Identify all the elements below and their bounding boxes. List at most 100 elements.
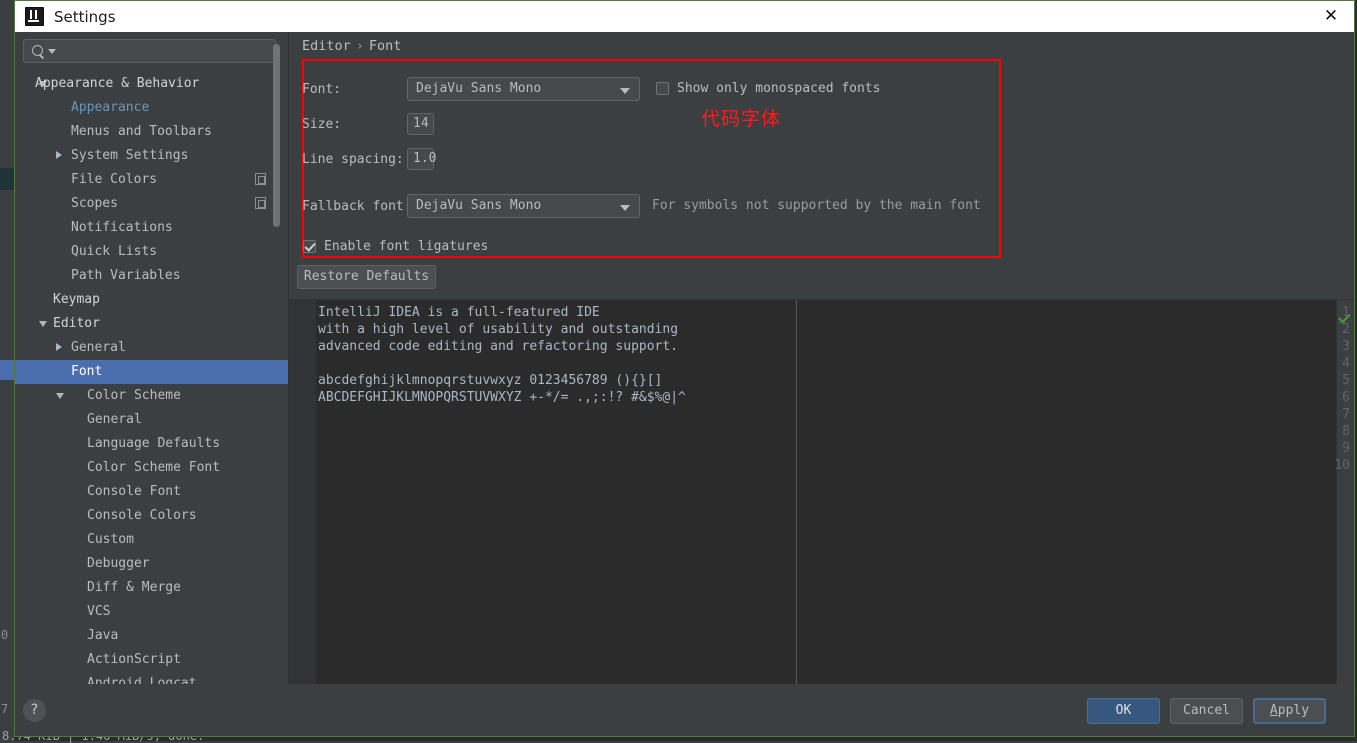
sidebar-item-console-font[interactable]: Console Font [15,480,288,504]
sidebar-item-color-scheme-font[interactable]: Color Scheme Font [15,456,288,480]
sidebar-item-label: Color Scheme [87,384,181,408]
apply-button-rest: pply [1278,703,1309,718]
sidebar-item-label: ActionScript [87,648,181,672]
copy-icon[interactable] [255,173,266,185]
restore-defaults-button[interactable]: Restore Defaults [297,265,436,289]
sidebar-item-language-defaults[interactable]: Language Defaults [15,432,288,456]
editor-code-line: ABCDEFGHIJKLMNOPQRSTUVWXYZ +-*/= .,;:!? … [318,389,686,406]
sidebar-item-system-settings[interactable]: System Settings [15,144,288,168]
settings-dialog: Settings ✕ Appearance & BehaviorAppearan… [14,0,1355,737]
sidebar-item-general[interactable]: General [15,336,288,360]
font-label: Font: [302,82,341,97]
sidebar-item-java[interactable]: Java [15,624,288,648]
editor-right-margin-guide [796,300,797,684]
copy-icon[interactable] [255,197,266,209]
fallback-font-select[interactable]: DejaVu Sans Mono [407,194,640,218]
sidebar-item-label: Language Defaults [87,432,220,456]
chevron-down-icon[interactable] [48,49,56,54]
sidebar-item-label: Font [71,360,102,384]
editor-line-number: 5 [1328,372,1350,389]
sidebar-item-label: Debugger [87,552,150,576]
sidebar-item-label: Editor [53,312,100,336]
breadcrumb-current: Font [369,38,402,54]
sidebar-item-scopes[interactable]: Scopes [15,192,288,216]
size-input[interactable]: 14 [407,113,434,135]
sidebar-item-label: General [71,336,126,360]
apply-button[interactable]: Apply [1253,698,1326,724]
sidebar-item-appearance[interactable]: Appearance [15,96,288,120]
sidebar-item-appearance-behavior[interactable]: Appearance & Behavior [15,72,288,96]
enable-font-ligatures-label: Enable font ligatures [324,239,488,254]
sidebar-item-vcs[interactable]: VCS [15,600,288,624]
intellij-idea-icon [25,7,44,26]
sidebar-item-label: Menus and Toolbars [71,120,212,144]
chevron-down-icon[interactable] [39,321,47,327]
sidebar-item-console-colors[interactable]: Console Colors [15,504,288,528]
help-button[interactable]: ? [23,699,46,722]
show-only-monospaced-label: Show only monospaced fonts [677,81,881,96]
breadcrumb-separator-icon: › [351,38,369,54]
editor-line-number: 6 [1328,389,1350,406]
editor-gutter-divider [316,300,317,684]
sidebar-item-editor[interactable]: Editor [15,312,288,336]
editor-line-number: 10 [1328,457,1350,474]
annotation-label: 代码字体 [701,104,781,131]
chevron-right-icon[interactable] [56,151,62,159]
sidebar-item-general[interactable]: General [15,408,288,432]
sidebar-item-debugger[interactable]: Debugger [15,552,288,576]
settings-tree[interactable]: Appearance & BehaviorAppearanceMenus and… [15,72,288,684]
editor-line-number: 2 [1328,321,1350,338]
sidebar-item-path-variables[interactable]: Path Variables [15,264,288,288]
sidebar-item-label: Custom [87,528,134,552]
editor-gutter [289,300,316,684]
font-select[interactable]: DejaVu Sans Mono [407,77,640,101]
search-icon-handle [39,54,44,59]
chevron-down-icon[interactable] [56,393,64,399]
sidebar-item-label: System Settings [71,144,188,168]
sidebar-item-label: General [87,408,142,432]
cancel-button[interactable]: Cancel [1170,698,1243,724]
chevron-down-icon [620,205,630,211]
sidebar-item-label: Path Variables [71,264,181,288]
sidebar-item-diff-merge[interactable]: Diff & Merge [15,576,288,600]
dialog-titlebar: Settings ✕ [15,1,1354,33]
line-spacing-input[interactable]: 1.0 [407,148,434,170]
size-input-value: 14 [413,116,429,131]
font-preview-editor[interactable]: 12345678910IntelliJ IDEA is a full-featu… [289,299,1354,684]
search-input[interactable] [23,39,276,63]
show-only-monospaced-checkbox[interactable] [656,82,669,95]
fallback-font-label: Fallback font: [302,199,412,214]
breadcrumb-root[interactable]: Editor [302,38,351,54]
enable-font-ligatures-checkbox[interactable] [303,240,316,253]
dialog-body: Appearance & BehaviorAppearanceMenus and… [15,32,1354,684]
sidebar-item-actionscript[interactable]: ActionScript [15,648,288,672]
sidebar-item-keymap[interactable]: Keymap [15,288,288,312]
sidebar-scrollbar-thumb[interactable] [273,44,280,227]
dialog-title: Settings [54,8,116,26]
sidebar-item-custom[interactable]: Custom [15,528,288,552]
editor-line-number: 7 [1328,406,1350,423]
fallback-font-hint: For symbols not supported by the main fo… [652,198,981,213]
close-icon[interactable]: ✕ [1308,1,1354,31]
sidebar-item-notifications[interactable]: Notifications [15,216,288,240]
settings-sidebar: Appearance & BehaviorAppearanceMenus and… [15,32,288,684]
sidebar-item-label: VCS [87,600,110,624]
editor-line-number: 3 [1328,338,1350,355]
ide-tool-tab [0,168,14,190]
sidebar-item-quick-lists[interactable]: Quick Lists [15,240,288,264]
apply-button-mnemonic: A [1270,703,1278,718]
fallback-font-select-value: DejaVu Sans Mono [416,198,541,213]
sidebar-item-font[interactable]: Font [15,360,288,384]
sidebar-item-file-colors[interactable]: File Colors [15,168,288,192]
sidebar-item-label: Console Font [87,480,181,504]
sidebar-item-label: Keymap [53,288,100,312]
editor-code-line: abcdefghijklmnopqrstuvwxyz 0123456789 ()… [318,372,662,389]
ok-button[interactable]: OK [1087,698,1160,724]
sidebar-item-menus-and-toolbars[interactable]: Menus and Toolbars [15,120,288,144]
sidebar-item-color-scheme[interactable]: Color Scheme [15,384,288,408]
sidebar-item-android-logcat[interactable]: Android Logcat [15,672,288,684]
chevron-down-icon [620,88,630,94]
font-select-value: DejaVu Sans Mono [416,81,541,96]
editor-line-number: 8 [1328,423,1350,440]
chevron-right-icon[interactable] [56,343,62,351]
